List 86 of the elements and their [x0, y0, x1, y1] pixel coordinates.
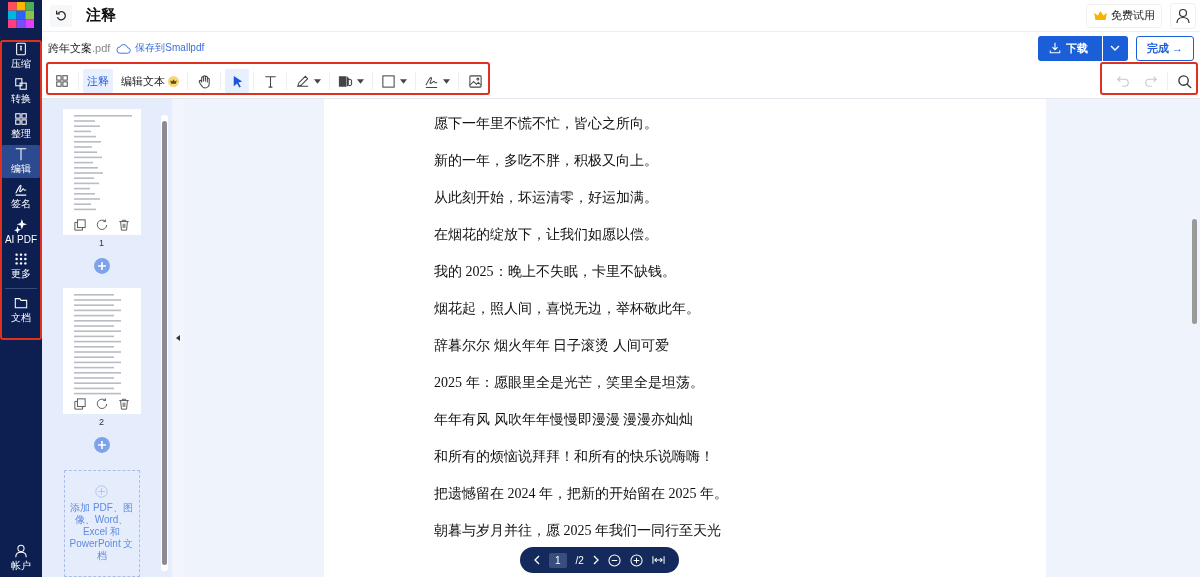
user-icon [1175, 7, 1191, 24]
sidebar-item[interactable]: 压缩 [1, 40, 41, 73]
trash-icon[interactable] [117, 397, 130, 410]
page-title: 注释 [86, 6, 116, 25]
shape-icon [381, 73, 396, 89]
text-icon [262, 73, 278, 89]
chevron-down-icon [1110, 45, 1121, 51]
logo-icon [8, 2, 34, 28]
document-line: 新的一年，多吃不胖，积极又向上。 [434, 152, 659, 169]
zip-file-icon [14, 42, 28, 56]
hand-icon [196, 73, 212, 89]
user-button[interactable] [1170, 2, 1196, 29]
save-link[interactable]: 保存到Smallpdf [116, 41, 205, 55]
sidebar-item[interactable]: 签名 [1, 180, 41, 213]
trash-icon[interactable] [117, 219, 130, 231]
back-icon [54, 9, 68, 22]
download-button[interactable]: 下载 [1037, 35, 1102, 61]
add-icon [95, 484, 108, 498]
dots-grid-icon [14, 252, 28, 266]
page-number: 1 [99, 238, 104, 248]
duplicate-icon[interactable] [73, 219, 86, 231]
collapse-icon[interactable] [176, 335, 180, 341]
document-line: 和所有的烦恼说拜拜！和所有的快乐说嗨嗨！ [434, 448, 715, 465]
document-line: 从此刻开始，坏运清零，好运加满。 [434, 189, 659, 206]
page-thumbnail[interactable] [62, 109, 141, 235]
document-line: 烟花起，照人间，喜悦无边，举杯敬此年。 [434, 300, 701, 317]
download-options-button[interactable] [1102, 35, 1128, 61]
sidebar-item[interactable]: 更多 [1, 250, 41, 283]
mode-tab[interactable]: 注释 [83, 69, 113, 93]
zoom-out-icon[interactable] [607, 553, 621, 567]
cloud-icon [116, 42, 133, 54]
back-button[interactable] [50, 4, 72, 27]
rotate-icon[interactable] [95, 397, 108, 410]
caret-icon [443, 78, 450, 84]
sidebar-item[interactable]: 文档 [1, 294, 41, 327]
page-thumbnail[interactable] [62, 287, 141, 414]
signature-icon [14, 182, 28, 196]
document-line: 朝暮与岁月并往，愿 2025 年我们一同行至天光 [434, 522, 722, 539]
fit-width-icon[interactable] [651, 555, 665, 565]
scrollbar[interactable] [1192, 219, 1197, 324]
user-icon [14, 544, 28, 558]
image-icon [467, 73, 483, 89]
document-line: 我的 2025：晚上不失眠，卡里不缺钱。 [434, 263, 677, 280]
previous-page-icon[interactable] [534, 555, 540, 565]
crown-icon [168, 75, 179, 87]
download-icon [1048, 42, 1061, 54]
sidebar-item[interactable]: 转换 [1, 75, 41, 108]
undo-icon [1116, 74, 1130, 88]
page-total: /2 [575, 554, 584, 566]
zoom-in-icon[interactable] [629, 553, 643, 567]
free-trial-button[interactable]: 免费试用 [1086, 3, 1162, 28]
sidebar-item[interactable]: AI PDF [1, 215, 41, 248]
rotate-icon[interactable] [95, 219, 108, 231]
search-icon [1176, 73, 1192, 89]
grid-icon [14, 112, 28, 126]
next-page-icon[interactable] [592, 555, 599, 565]
sidebar-item[interactable]: 整理 [1, 110, 41, 143]
pointer-tool[interactable] [225, 69, 249, 93]
caret-icon [314, 78, 321, 84]
redo-icon [1144, 74, 1158, 88]
folder-icon [14, 296, 28, 310]
grid-icon [55, 74, 69, 88]
convert-icon [14, 77, 28, 91]
document-line: 年年有风 风吹年年慢慢即漫漫 漫漫亦灿灿 [434, 411, 694, 428]
finish-button[interactable]: 完成 → [1135, 35, 1194, 61]
highlight-text-icon [338, 73, 353, 89]
page-number: 2 [99, 416, 104, 427]
caret-icon [400, 78, 407, 84]
add-files-text: 添加 PDF、图像、Word、Excel 和 PowerPoint 文档 [68, 501, 135, 562]
mode-tab[interactable]: 编辑文本 [117, 69, 183, 93]
caret-icon [357, 78, 364, 84]
scrollbar[interactable] [161, 115, 168, 571]
account-button[interactable]: 帐户 [1, 542, 41, 575]
sidebar-item[interactable]: 编辑 [1, 145, 41, 178]
document-line: 愿下一年里不慌不忙，皆心之所向。 [434, 115, 659, 132]
document-line: 2025 年：愿眼里全是光芒，笑里全是坦荡。 [434, 374, 705, 391]
document-line: 辞暮尔尔 烟火年年 日子滚烫 人间可爱 [434, 337, 670, 354]
sparkle-icon [14, 218, 28, 233]
text-icon [14, 147, 28, 161]
document-line: 把遗憾留在 2024 年，把新的开始留在 2025 年。 [434, 485, 729, 502]
pen-icon [295, 73, 310, 89]
duplicate-icon[interactable] [73, 397, 86, 410]
page-input[interactable]: 1 [549, 552, 567, 568]
document-line: 在烟花的绽放下，让我们如愿以偿。 [434, 226, 659, 243]
file-name: 跨年文案.pdf [48, 40, 111, 56]
crown-icon [1093, 10, 1108, 21]
